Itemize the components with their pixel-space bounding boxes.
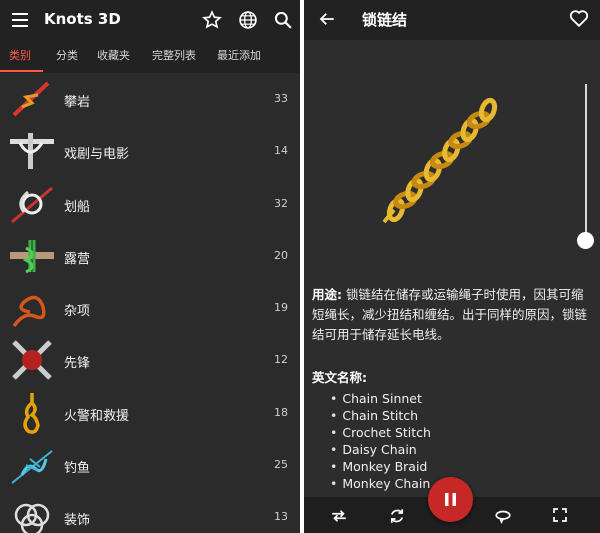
tab-classification[interactable]: 分类 [56,42,78,73]
category-label: 先锋 [64,356,91,372]
category-row-pioneering[interactable]: 先锋 12 [0,334,300,386]
star-icon[interactable] [202,10,222,30]
swap-icon[interactable] [330,507,348,525]
boating-knot-icon [11,186,53,223]
category-label: 钓鱼 [64,461,91,477]
category-list: 攀岩 33 戏剧与电影 14 划船 32 露营 20 杂项 19 先锋 12 火… [0,73,300,533]
category-row-camping[interactable]: 露营 20 [0,230,300,282]
category-count: 12 [274,353,288,367]
misc-knot-icon [12,295,46,328]
fishing-knot-icon [11,450,53,484]
category-count: 13 [274,510,288,524]
knot-detail-panel: 锁链结 用途: 锁链结在储存或运输绳子时使用，因其可缩短绳长，减少扭结和缠结。出… [304,0,600,533]
category-row-fire-rescue[interactable]: 火警和救援 18 [0,387,300,439]
usage-label: 用途: [312,287,342,302]
search-icon[interactable] [273,10,293,30]
english-names-title: 英文名称: [312,370,367,385]
category-panel: Knots 3D 类别 分类 收藏夹 完整列表 最近添加 攀岩 33 戏剧与电影… [0,0,300,533]
english-name-item: Daisy Chain [330,441,431,458]
loop-icon[interactable] [494,507,512,525]
category-row-climbing[interactable]: 攀岩 33 [0,73,300,125]
category-label: 划船 [64,199,91,215]
zoom-slider-track[interactable] [585,84,587,240]
category-label: 露营 [64,251,91,267]
english-name-item: Monkey Chain [330,475,431,492]
tab-favorites[interactable]: 收藏夹 [97,42,130,73]
category-row-decorative[interactable]: 装饰 13 [0,491,300,533]
category-label: 装饰 [64,513,91,529]
category-count: 19 [274,301,288,315]
tab-categories[interactable]: 类别 [9,42,31,73]
chain-sinnet-knot-image[interactable] [374,92,514,232]
fullscreen-icon[interactable] [552,507,568,523]
rotate-icon[interactable] [388,507,406,525]
category-label: 杂项 [64,304,91,320]
english-name-item: Chain Sinnet [330,390,431,407]
tab-bar: 类别 分类 收藏夹 完整列表 最近添加 [0,42,300,73]
app-bar: Knots 3D [0,0,300,42]
english-name-item: Crochet Stitch [330,424,431,441]
pause-button[interactable] [428,477,473,522]
active-tab-indicator [0,70,43,72]
category-row-theatre[interactable]: 戏剧与电影 14 [0,125,300,177]
category-count: 20 [274,248,288,262]
tab-full-list[interactable]: 完整列表 [152,42,196,73]
menu-icon[interactable] [12,13,28,27]
category-row-misc[interactable]: 杂项 19 [0,282,300,334]
chain-link [478,97,498,123]
pause-icon [445,493,456,506]
category-count: 32 [274,196,288,210]
category-row-fishing[interactable]: 钓鱼 25 [0,439,300,491]
climbing-knot-icon [12,81,50,117]
english-names-list: Chain Sinnet Chain Stitch Crochet Stitch… [330,390,431,492]
theatre-knot-icon [10,133,54,170]
tab-recently-added[interactable]: 最近添加 [217,42,261,73]
heart-icon[interactable] [568,7,590,29]
knot-title: 锁链结 [362,11,408,29]
category-row-boating[interactable]: 划船 32 [0,178,300,230]
decorative-knot-icon [14,504,50,533]
category-count: 25 [274,458,288,472]
category-count: 18 [274,405,288,419]
zoom-slider-thumb[interactable] [577,232,594,249]
fire-rescue-knot-icon [23,392,40,434]
category-label: 戏剧与电影 [64,147,130,163]
category-label: 火警和救援 [64,408,130,424]
category-label: 攀岩 [64,95,91,110]
globe-icon[interactable] [238,10,258,30]
detail-app-bar: 锁链结 [304,0,600,40]
category-count: 33 [274,92,288,105]
back-arrow-icon[interactable] [318,10,336,28]
english-name-item: Chain Stitch [330,407,431,424]
category-count: 14 [274,144,288,158]
usage-text: 锁链结在储存或运输绳子时使用，因其可缩短绳长，减少扭结和缠结。出于同样的原因，锁… [312,287,588,342]
usage-description: 用途: 锁链结在储存或运输绳子时使用，因其可缩短绳长，减少扭结和缠结。出于同样的… [312,285,590,345]
app-title: Knots 3D [44,10,121,28]
camping-knot-icon [10,239,54,274]
english-name-item: Monkey Braid [330,458,431,475]
pioneering-knot-icon [12,340,52,381]
